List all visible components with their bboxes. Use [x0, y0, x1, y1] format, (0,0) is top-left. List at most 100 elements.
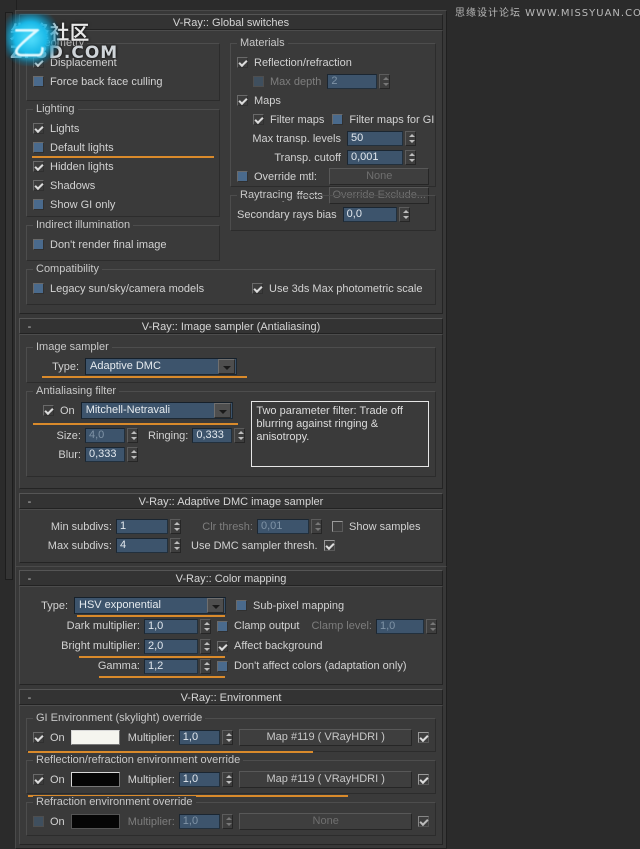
input-clr-thresh[interactable]: 0,01: [257, 519, 309, 534]
spinner-refraction-multiplier[interactable]: [222, 814, 234, 829]
checkbox-lights[interactable]: [33, 123, 44, 134]
spinner-ringing[interactable]: [234, 428, 246, 443]
spinner-gamma[interactable]: [200, 658, 211, 674]
spinner-blur[interactable]: [127, 447, 138, 462]
checkbox-hidden-lights[interactable]: [33, 161, 44, 172]
button-override-mtl[interactable]: None: [329, 168, 429, 185]
spinner-max-subdivs[interactable]: [170, 538, 181, 553]
button-gi-map[interactable]: Map #119 ( VRayHDRI ): [239, 729, 412, 746]
row-secondary-rays-bias: Secondary rays bias 0,0: [237, 205, 429, 224]
input-max-transp-levels[interactable]: 50: [347, 131, 403, 146]
spinner-bright-multiplier[interactable]: [200, 638, 211, 654]
spinner-size[interactable]: [127, 428, 138, 443]
rollout-header-environment[interactable]: - V-Ray:: Environment: [19, 689, 443, 705]
checkbox-force-back-face-culling[interactable]: [33, 76, 44, 87]
checkbox-reflection-map-enabled[interactable]: [418, 774, 429, 785]
spinner-secondary-rays-bias[interactable]: [398, 207, 410, 222]
spinner-dark-multiplier[interactable]: [200, 618, 211, 634]
chevron-down-icon[interactable]: [218, 359, 235, 374]
input-secondary-rays-bias[interactable]: 0,0: [342, 207, 397, 222]
checkbox-legacy-sun-sky-camera[interactable]: [33, 283, 44, 294]
checkbox-refraction-on[interactable]: [33, 816, 44, 827]
spinner-clamp-level[interactable]: [425, 618, 437, 634]
input-dark-multiplier[interactable]: 1,0: [144, 618, 198, 634]
row-transp-cutoff: Transp. cutoff 0,001: [237, 148, 429, 167]
chevron-down-icon[interactable]: [213, 403, 231, 418]
collapse-icon[interactable]: -: [25, 571, 34, 587]
checkbox-displacement[interactable]: [33, 57, 44, 68]
label-bright-multiplier: Bright multiplier:: [61, 640, 140, 652]
spinner-max-transp-levels[interactable]: [405, 131, 416, 146]
input-max-depth[interactable]: 2: [327, 74, 378, 89]
checkbox-dont-render-final-image[interactable]: [33, 239, 44, 250]
color-swatch-reflection[interactable]: [70, 772, 120, 787]
checkbox-override-mtl[interactable]: [237, 171, 248, 182]
input-max-subdivs[interactable]: 4: [116, 538, 168, 553]
collapse-icon[interactable]: -: [25, 690, 34, 706]
group-materials: Materials Reflection/refraction Max dept…: [230, 37, 436, 204]
checkbox-reflection-refraction[interactable]: [237, 57, 248, 68]
spinner-reflection-multiplier[interactable]: [222, 772, 234, 787]
group-raytracing-legend: Raytracing: [237, 189, 296, 201]
checkbox-show-gi-only[interactable]: [33, 199, 44, 210]
spinner-gi-multiplier[interactable]: [222, 730, 234, 745]
color-swatch-refraction[interactable]: [70, 814, 120, 829]
collapse-icon[interactable]: -: [25, 15, 34, 31]
input-size[interactable]: 4,0: [85, 428, 125, 443]
checkbox-refraction-map-enabled[interactable]: [418, 816, 429, 827]
checkbox-gi-map-enabled[interactable]: [418, 732, 429, 743]
checkbox-maps[interactable]: [237, 95, 248, 106]
dropdown-cm-type[interactable]: HSV exponential: [74, 597, 226, 614]
spinner-clr-thresh[interactable]: [311, 519, 322, 534]
input-reflection-multiplier[interactable]: 1,0: [178, 772, 221, 787]
input-min-subdivs[interactable]: 1: [116, 519, 168, 534]
checkbox-reflection-on[interactable]: [33, 774, 44, 785]
input-gamma[interactable]: 1,2: [144, 658, 198, 674]
checkbox-filter-maps-for-gi[interactable]: [332, 114, 344, 125]
collapse-icon[interactable]: -: [25, 494, 34, 510]
checkbox-clamp-output[interactable]: [217, 620, 228, 632]
rollout-header-global-switches[interactable]: - V-Ray:: Global switches: [19, 14, 443, 30]
checkbox-dont-affect-colors[interactable]: [217, 660, 228, 672]
input-refraction-multiplier[interactable]: 1,0: [178, 814, 221, 829]
checkbox-photometric-scale[interactable]: [252, 283, 263, 294]
rollout-header-image-sampler[interactable]: - V-Ray:: Image sampler (Antialiasing): [19, 318, 443, 334]
input-ringing[interactable]: 0,333: [192, 428, 233, 443]
button-refraction-map[interactable]: None: [239, 813, 412, 830]
label-legacy-sun-sky-camera: Legacy sun/sky/camera models: [50, 282, 205, 295]
checkbox-shadows[interactable]: [33, 180, 44, 191]
spinner-transp-cutoff[interactable]: [405, 150, 416, 165]
chevron-down-icon[interactable]: [207, 598, 224, 613]
spinner-max-depth[interactable]: [379, 74, 391, 89]
checkbox-filter-maps[interactable]: [253, 114, 264, 125]
checkbox-default-lights[interactable]: [33, 142, 44, 153]
rollout-header-adaptive-dmc[interactable]: - V-Ray:: Adaptive DMC image sampler: [19, 493, 443, 509]
input-transp-cutoff[interactable]: 0,001: [347, 150, 403, 165]
checkbox-aa-filter-on[interactable]: [43, 405, 54, 416]
checkbox-sub-pixel-mapping[interactable]: [236, 600, 247, 611]
animate-underline-gamma: [99, 676, 225, 678]
label-max-subdivs: Max subdivs:: [47, 539, 112, 552]
dropdown-sampler-type[interactable]: Adaptive DMC: [85, 358, 237, 375]
input-blur[interactable]: 0,333: [85, 447, 125, 462]
rollout-header-color-mapping[interactable]: - V-Ray:: Color mapping: [19, 570, 443, 586]
label-refraction-multiplier: Multiplier:: [127, 815, 175, 828]
checkbox-use-dmc-sampler-thresh[interactable]: [323, 540, 335, 551]
spinner-min-subdivs[interactable]: [170, 519, 181, 534]
color-swatch-gi[interactable]: [70, 730, 120, 745]
input-bright-multiplier[interactable]: 2,0: [144, 638, 198, 654]
collapse-icon[interactable]: -: [25, 319, 34, 335]
row-filter-maps: Filter maps Filter maps for GI: [237, 110, 434, 129]
row-reflection-environment: On Multiplier: 1,0 Map #119 ( VRayHDRI ): [28, 770, 429, 797]
checkbox-show-samples[interactable]: [332, 521, 343, 532]
command-panel-scrollbar[interactable]: [5, 12, 13, 580]
checkbox-max-depth[interactable]: [253, 76, 264, 87]
rollout-body-environment: GI Environment (skylight) override On Mu…: [19, 705, 443, 845]
input-clamp-level[interactable]: 1,0: [375, 618, 424, 634]
dropdown-aa-filter[interactable]: Mitchell-Netravali: [80, 402, 233, 419]
checkbox-affect-background[interactable]: [217, 640, 228, 652]
button-reflection-map[interactable]: Map #119 ( VRayHDRI ): [239, 771, 412, 788]
row-max-subdivs: Max subdivs: 4 Use DMC sampler thresh.: [24, 536, 438, 555]
checkbox-gi-on[interactable]: [33, 732, 44, 743]
input-gi-multiplier[interactable]: 1,0: [178, 730, 221, 745]
